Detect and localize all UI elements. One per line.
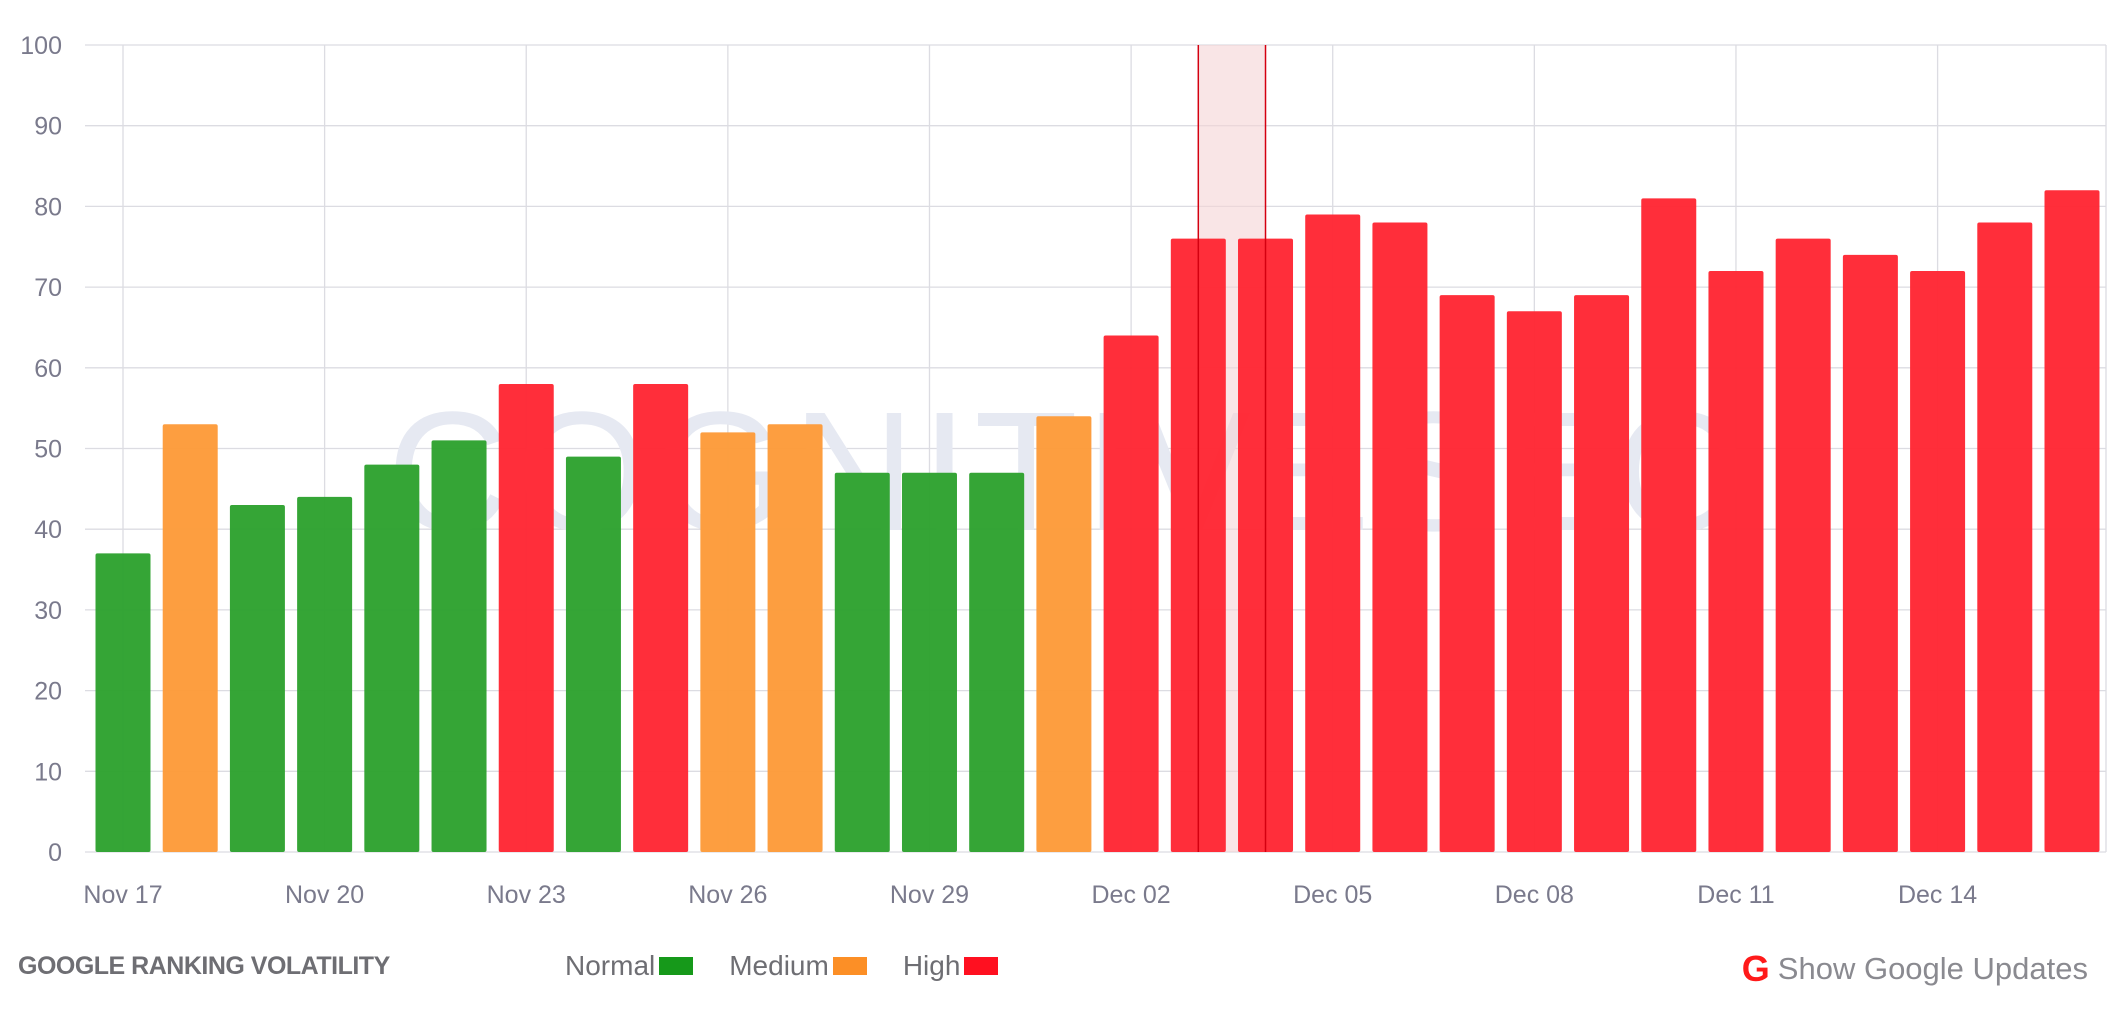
x-tick-label: Nov 23 [487, 881, 566, 909]
x-tick-label: Nov 29 [890, 881, 969, 909]
bar-nov-28 [834, 472, 890, 852]
bar-nov-27 [767, 424, 823, 852]
y-tick-label: 100 [20, 32, 62, 60]
y-tick-label: 80 [34, 193, 62, 221]
x-tick-label: Dec 08 [1495, 881, 1574, 909]
x-tick-label: Dec 11 [1697, 881, 1774, 909]
x-tick-label: Dec 14 [1898, 881, 1977, 909]
bar-nov-26 [700, 432, 756, 852]
legend-swatch-medium [832, 957, 867, 975]
bar-dec-16 [2044, 190, 2100, 852]
bar-dec-14 [1910, 270, 1966, 853]
bar-dec-11 [1708, 270, 1764, 853]
x-tick-label: Nov 17 [83, 881, 162, 909]
legend-high: High [903, 950, 999, 982]
y-tick-label: 40 [34, 516, 62, 544]
legend-swatch-normal [659, 957, 694, 975]
chart-title: GOOGLE RANKING VOLATILITY [18, 952, 390, 980]
bar-nov-25 [633, 383, 689, 852]
legend-label: High [902, 950, 961, 981]
bar-nov-20 [297, 496, 353, 852]
bar-dec-10 [1641, 198, 1697, 852]
y-tick-label: 70 [34, 274, 62, 302]
bar-dec-06 [1372, 222, 1428, 853]
bar-nov-22 [431, 440, 487, 852]
google-icon: G [1741, 948, 1770, 989]
bar-nov-21 [364, 464, 420, 852]
bar-dec-15 [1977, 222, 2033, 853]
chart-footer: GOOGLE RANKING VOLATILITY Normal Medium … [0, 948, 2126, 990]
bar-nov-23 [498, 383, 554, 852]
volatility-chart: 0 10 20 30 40 50 60 70 80 90 100 Nov 17 Nov 20 Nov 23… [20, 32, 2107, 909]
x-tick-label: Nov 20 [285, 881, 364, 909]
x-tick-label: Dec 05 [1293, 881, 1372, 909]
y-tick-label: 90 [34, 113, 62, 141]
bar-dec-13 [1842, 254, 1898, 852]
legend-normal: Normal [565, 950, 694, 982]
bar-dec-05 [1305, 214, 1361, 853]
y-tick-label: 50 [34, 436, 62, 464]
bar-dec-09 [1574, 295, 1630, 852]
bar-dec-07 [1439, 295, 1495, 852]
x-tick-label: Nov 26 [688, 881, 767, 909]
show-google-updates-label: Show Google Updates [1777, 951, 2088, 986]
y-tick-label: 30 [34, 597, 62, 625]
bar-dec-12 [1775, 238, 1831, 852]
bar-dec-08 [1506, 311, 1562, 852]
legend-label: Medium [729, 950, 829, 981]
legend: Normal Medium High [565, 950, 1034, 982]
y-tick-label: 0 [48, 839, 62, 867]
bar-nov-19 [229, 504, 285, 852]
bar-nov-29 [901, 472, 957, 852]
x-tick-label: Dec 02 [1091, 881, 1170, 909]
y-tick-label: 10 [34, 758, 62, 786]
bar-nov-18 [162, 424, 218, 852]
bar-dec-01 [1036, 416, 1092, 852]
legend-label: Normal [565, 950, 656, 981]
y-tick-label: 20 [34, 678, 62, 706]
legend-swatch-high [964, 957, 999, 975]
bar-nov-17 [95, 553, 151, 852]
bar-dec-02 [1103, 335, 1159, 852]
y-tick-label: 60 [34, 355, 62, 383]
show-google-updates-button[interactable]: G Show Google Updates [1742, 948, 2088, 990]
legend-medium: Medium [729, 950, 867, 982]
bar-nov-24 [565, 456, 621, 852]
bar-nov-30 [969, 472, 1025, 852]
